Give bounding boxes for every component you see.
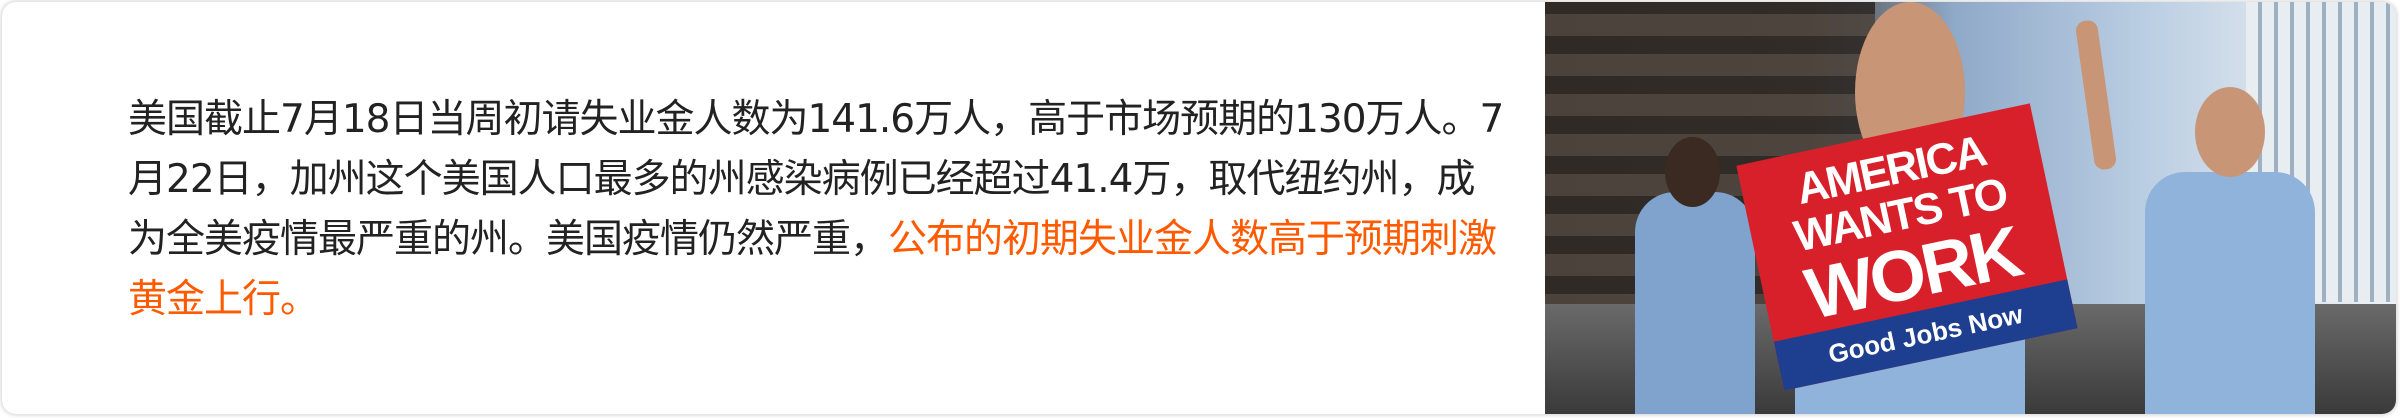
protest-photo[interactable]: AMERICA WANTS TO WORK Good Jobs Now [1545,2,2396,414]
protester-right [2145,172,2315,414]
protester-right-head [2195,87,2265,177]
protester-left-head [1665,137,1720,207]
raised-fist [2074,19,2118,171]
protester-left [1635,192,1755,414]
article-text: 美国截止7月18日当周初请失业金人数为141.6万人，高于市场预期的130万人。… [128,90,1508,330]
news-card[interactable]: 美国截止7月18日当周初请失业金人数为141.6万人，高于市场预期的130万人。… [2,2,2396,414]
